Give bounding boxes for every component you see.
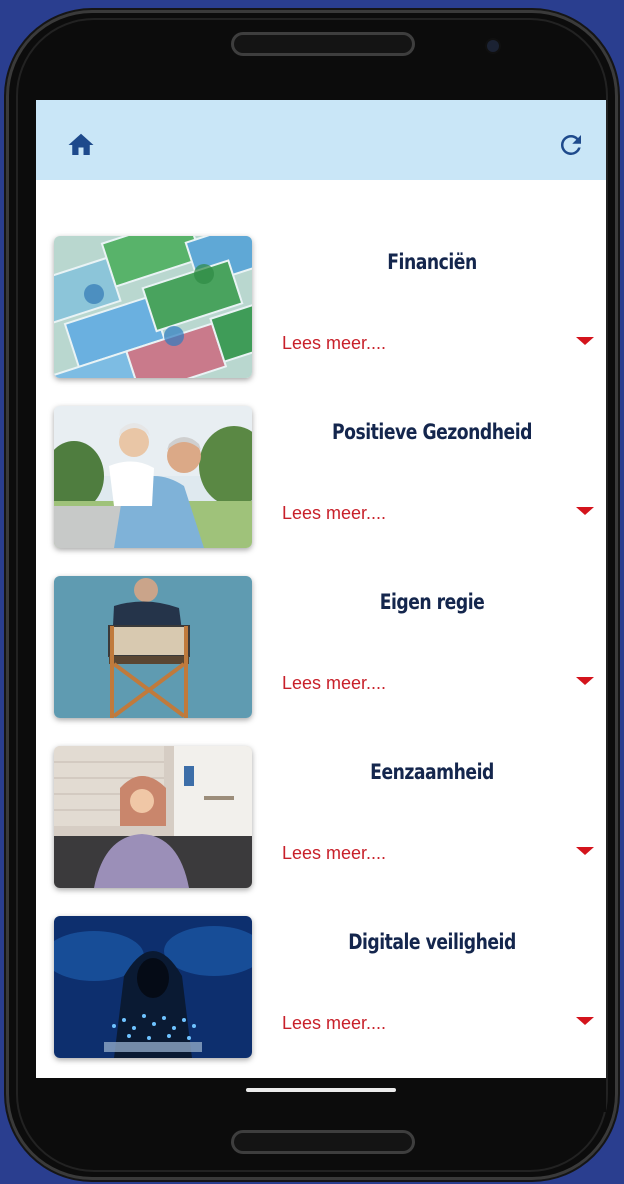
list-item[interactable]: Positieve Gezondheid Lees meer.... xyxy=(36,406,606,556)
expand-caret-icon[interactable] xyxy=(576,847,594,855)
expand-caret-icon[interactable] xyxy=(576,677,594,685)
home-button[interactable] xyxy=(66,130,96,160)
front-camera xyxy=(487,40,499,52)
item-title: Eenzaamheid xyxy=(370,760,494,784)
read-more-link[interactable]: Lees meer.... xyxy=(282,503,386,524)
expand-caret-icon[interactable] xyxy=(576,1017,594,1025)
system-nav-bar xyxy=(36,1078,606,1112)
item-title: Digitale veiligheid xyxy=(348,930,516,954)
item-title: Financiën xyxy=(387,250,477,274)
read-more-link[interactable]: Lees meer.... xyxy=(282,333,386,354)
item-title: Eigen regie xyxy=(379,590,485,614)
list-item[interactable]: Financiën Lees meer.... xyxy=(36,236,606,386)
happy-senior-couple-image xyxy=(54,406,252,548)
app-screen: Financiën Lees meer.... Positieve Gezond… xyxy=(36,100,606,1078)
euro-banknotes-image xyxy=(54,236,252,378)
man-in-directors-chair-image xyxy=(54,576,252,718)
bottom-speaker xyxy=(231,1130,415,1154)
list-item[interactable]: Eigen regie Lees meer.... xyxy=(36,576,606,726)
read-more-link[interactable]: Lees meer.... xyxy=(282,843,386,864)
read-more-link[interactable]: Lees meer.... xyxy=(282,673,386,694)
list-item[interactable]: Eenzaamheid Lees meer.... xyxy=(36,746,606,896)
expand-caret-icon[interactable] xyxy=(576,337,594,345)
lonely-woman-image xyxy=(54,746,252,888)
home-icon xyxy=(68,133,94,155)
top-speaker xyxy=(231,32,415,56)
home-indicator[interactable] xyxy=(246,1088,396,1092)
item-title: Positieve Gezondheid xyxy=(332,420,532,444)
app-bar xyxy=(36,100,606,180)
refresh-button[interactable] xyxy=(556,130,586,160)
read-more-link[interactable]: Lees meer.... xyxy=(282,1013,386,1034)
hooded-hacker-image xyxy=(54,916,252,1058)
refresh-icon xyxy=(560,134,581,155)
list-item[interactable]: Digitale veiligheid Lees meer.... xyxy=(36,916,606,1066)
expand-caret-icon[interactable] xyxy=(576,507,594,515)
